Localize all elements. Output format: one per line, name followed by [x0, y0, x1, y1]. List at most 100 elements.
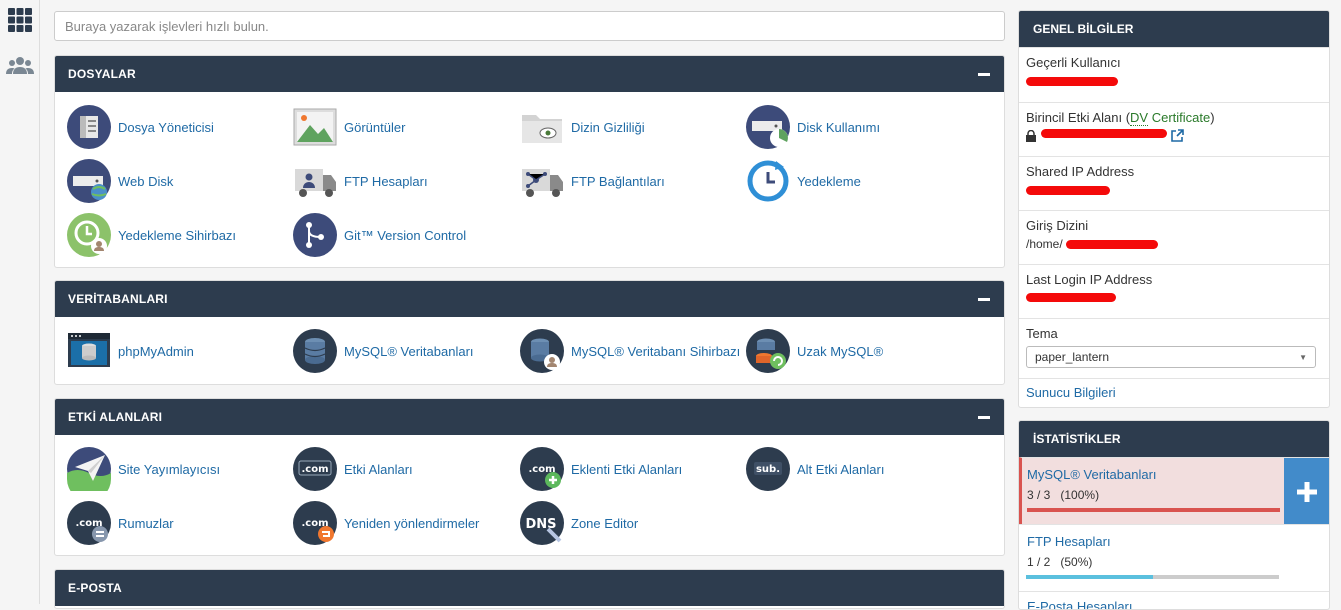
stat-name[interactable]: E-Posta Hesapları — [1027, 598, 1321, 609]
stat-name[interactable]: MySQL® Veritabanları — [1027, 466, 1321, 484]
stat-progress-fill — [1026, 575, 1153, 579]
item-label: Web Disk — [118, 173, 174, 189]
group-domains: ETKİ ALANLARI Site Yayımlayıcısı .com Et… — [54, 398, 1005, 556]
group-title: DOSYALAR — [68, 67, 136, 81]
users-icon[interactable] — [6, 52, 34, 80]
shared-ip-label: Shared IP Address — [1026, 164, 1135, 179]
backup-wizard-link[interactable]: Yedekleme Sihirbazı — [67, 212, 293, 258]
lock-icon — [1026, 130, 1036, 142]
item-label: Yedekleme — [797, 173, 861, 189]
phpmyadmin-link[interactable]: phpMyAdmin — [67, 328, 293, 374]
item-label: Rumuzlar — [118, 515, 174, 531]
chevron-down-icon: ▼ — [1299, 352, 1307, 362]
stat-progress-bar — [1027, 508, 1280, 512]
git-version-control-link[interactable]: Git™ Version Control — [293, 212, 519, 258]
home-dir-value: /home/ — [1026, 235, 1322, 253]
mysql-databases-link[interactable]: MySQL® Veritabanları — [293, 328, 519, 374]
stat-progress-fill — [1027, 508, 1280, 512]
file-manager-icon — [67, 105, 111, 149]
site-publisher-link[interactable]: Site Yayımlayıcısı — [67, 446, 293, 492]
dotcom-icon: .com — [293, 447, 337, 491]
shared-ip-value — [1026, 181, 1322, 199]
item-label: Etki Alanları — [344, 461, 413, 477]
stat-mysql-databases[interactable]: MySQL® Veritabanları 3 / 3 (100%) — [1019, 457, 1329, 525]
paper-plane-globe-icon — [67, 447, 111, 491]
dotcom-add-icon: .com — [520, 447, 564, 491]
stat-email-accounts[interactable]: E-Posta Hesapları — [1019, 591, 1329, 609]
web-disk-link[interactable]: Web Disk — [67, 158, 293, 204]
zone-editor-link[interactable]: DNS Zone Editor — [520, 500, 746, 546]
database-icon — [293, 329, 337, 373]
group-title: E-POSTA — [68, 581, 122, 595]
theme-row: Tema paper_lantern ▼ — [1019, 318, 1329, 378]
item-label: Dosya Yöneticisi — [118, 119, 214, 135]
folder-eye-icon — [522, 115, 562, 143]
external-link-icon[interactable] — [1171, 129, 1184, 142]
item-label: Zone Editor — [571, 515, 639, 531]
directory-privacy-link[interactable]: Dizin Gizliliği — [520, 104, 746, 150]
dotcom-alias-icon: .com — [67, 501, 111, 545]
group-email-header[interactable]: E-POSTA — [55, 570, 1004, 606]
minimize-icon[interactable] — [978, 297, 990, 301]
file-manager-link[interactable]: Dosya Yöneticisi — [67, 104, 293, 150]
group-databases-header[interactable]: VERİTABANLARI — [55, 281, 1004, 317]
disk-usage-link[interactable]: Disk Kullanımı — [746, 104, 972, 150]
domains-link[interactable]: .com Etki Alanları — [293, 446, 519, 492]
theme-select[interactable]: paper_lantern ▼ — [1026, 346, 1316, 368]
item-label: Yeniden yönlendirmeler — [344, 515, 480, 531]
redirects-link[interactable]: .com Yeniden yönlendirmeler — [293, 500, 519, 546]
item-label: Eklenti Etki Alanları — [571, 461, 683, 477]
item-label: FTP Bağlantıları — [571, 173, 665, 189]
theme-label: Tema — [1026, 326, 1058, 341]
group-files-header[interactable]: DOSYALAR — [55, 56, 1004, 92]
last-login-value — [1026, 289, 1322, 307]
subdomains-link[interactable]: sub. Alt Etki Alanları — [746, 446, 972, 492]
icon-text: DNS — [525, 517, 556, 532]
ftp-connections-link[interactable]: FTP Bağlantıları — [520, 158, 746, 204]
mysql-database-wizard-link[interactable]: MySQL® Veritabanı Sihirbazı — [520, 328, 746, 374]
current-user-value — [1026, 72, 1322, 90]
backup-link[interactable]: Yedekleme — [746, 158, 972, 204]
minimize-icon[interactable] — [978, 415, 990, 419]
primary-domain-label: Birincil Etki Alanı (DV Certificate) — [1026, 110, 1215, 126]
certificate-label: Certificate — [1148, 110, 1211, 125]
dns-zone-icon: DNS — [520, 501, 564, 545]
backup-wizard-icon — [67, 213, 111, 257]
primary-domain-value — [1026, 127, 1322, 145]
left-rail — [0, 0, 40, 604]
subdomain-icon: sub. — [746, 447, 790, 491]
redaction-mark — [1066, 240, 1158, 249]
aliases-link[interactable]: .com Rumuzlar — [67, 500, 293, 546]
stat-ftp-accounts[interactable]: FTP Hesapları 1 / 2 (50%) — [1019, 524, 1329, 591]
shared-ip-row: Shared IP Address — [1019, 156, 1329, 210]
search-input[interactable] — [54, 11, 1005, 41]
home-dir-label: Giriş Dizini — [1026, 218, 1089, 233]
stat-value: 3 / 3 (100%) — [1027, 488, 1100, 502]
addon-domains-link[interactable]: .com Eklenti Etki Alanları — [520, 446, 746, 492]
dotcom-redirect-icon: .com — [293, 501, 337, 545]
item-label: Dizin Gizliliği — [571, 119, 645, 135]
remote-mysql-link[interactable]: Uzak MySQL® — [746, 328, 972, 374]
images-icon — [293, 108, 337, 146]
stat-value: 1 / 2 (50%) — [1027, 555, 1093, 569]
stat-name[interactable]: FTP Hesapları — [1027, 533, 1321, 551]
panel-title: GENEL BİLGİLER — [1019, 11, 1329, 47]
add-button[interactable] — [1284, 458, 1329, 525]
ftp-truck-network-icon — [522, 169, 563, 197]
panel-title: İSTATİSTİKLER — [1019, 421, 1329, 457]
disk-usage-icon — [746, 105, 790, 149]
last-login-row: Last Login IP Address — [1019, 264, 1329, 318]
web-disk-icon — [67, 159, 111, 203]
primary-domain-row: Birincil Etki Alanı (DV Certificate) — [1019, 102, 1329, 156]
redaction-mark — [1026, 293, 1116, 302]
grid-apps-icon[interactable] — [6, 6, 34, 34]
server-info-link[interactable]: Sunucu Bilgileri — [1026, 385, 1116, 400]
minimize-icon[interactable] — [978, 72, 990, 76]
group-databases: VERİTABANLARI phpMyAdmin MySQL® Veritaba… — [54, 280, 1005, 385]
dv-abbr: DV — [1130, 110, 1149, 126]
ftp-accounts-link[interactable]: FTP Hesapları — [293, 158, 519, 204]
theme-select-value: paper_lantern — [1035, 350, 1110, 364]
images-link[interactable]: Görüntüler — [293, 104, 519, 150]
remote-database-icon — [746, 329, 790, 373]
group-domains-header[interactable]: ETKİ ALANLARI — [55, 399, 1004, 435]
